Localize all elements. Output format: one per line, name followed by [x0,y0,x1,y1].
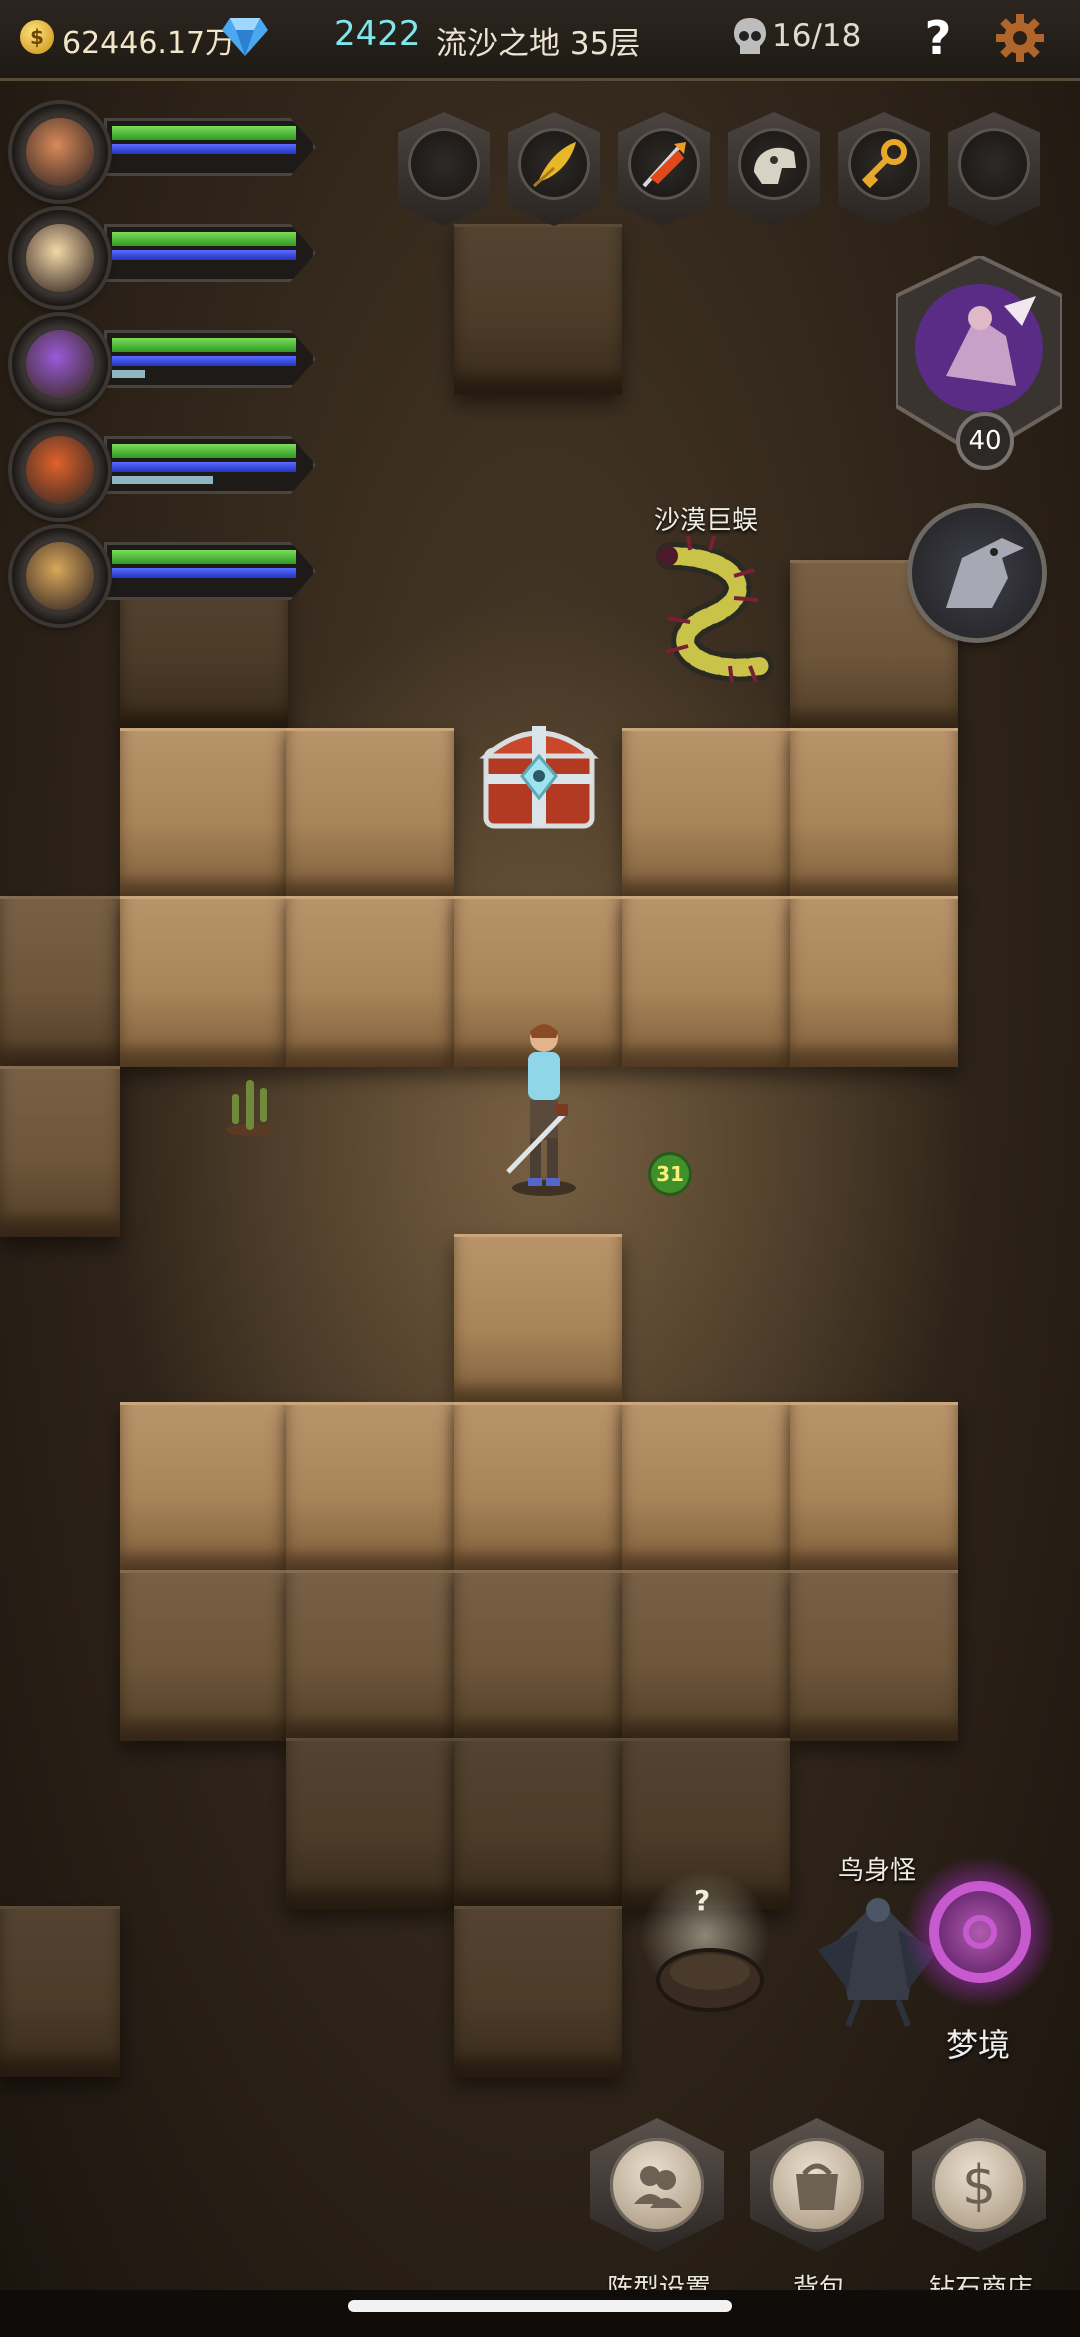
player-character[interactable] [494,1018,594,1198]
dream-label[interactable]: 梦境 [946,2020,1010,2066]
diamond-icon [222,18,268,56]
floor-tile [0,1066,120,1237]
hp-bar [112,126,296,140]
floor-tile [120,1570,288,1741]
floor-tile [454,1738,622,1909]
item-slot-1[interactable] [398,112,490,226]
floor-tile [790,1402,958,1573]
floor-tile [454,1402,622,1573]
home-indicator[interactable] [348,2300,732,2312]
floor-tile [454,1234,622,1405]
mp-bar [112,144,296,154]
avatar[interactable] [12,316,108,412]
floor-tile [790,1570,958,1741]
skull-icon [734,18,766,54]
gold-coin-icon: $ [20,20,54,54]
bag-button[interactable] [750,2118,884,2268]
floor-tile [622,1402,790,1573]
floor-tile [286,728,454,899]
bird-summon-button[interactable] [912,508,1042,638]
mp-bar [112,568,296,578]
help-button[interactable]: ? [916,10,960,66]
bottom-safe-area [0,2290,1080,2337]
gem-count: 2422 [334,14,421,54]
item-slot-5[interactable] [838,112,930,226]
mp-bar [112,462,296,472]
party-member-4[interactable] [12,422,332,518]
floor-tile [622,1570,790,1741]
golden-feather-icon [532,142,576,188]
formation-button[interactable] [590,2118,724,2268]
floor-tile [0,896,120,1067]
floor-tile [622,728,790,899]
mystery-pedestal [656,1948,764,2012]
mp-bar [112,250,296,260]
item-slot-3[interactable] [618,112,710,226]
formation-icon [610,2138,704,2232]
floor-tile [622,896,790,1067]
fire-arrow-icon [642,142,686,188]
boss-level-badge: 40 [956,412,1014,470]
xp-bar [112,370,145,378]
hp-bar [112,444,296,458]
dream-portal[interactable] [900,1852,1060,2012]
item-slot-6[interactable] [948,112,1040,226]
diamond-shop-button[interactable]: $ [912,2118,1046,2268]
treasure-chest[interactable] [476,716,602,834]
party-member-2[interactable] [12,210,332,306]
beast-skull-icon [754,147,796,184]
xp-bar [112,476,213,484]
floor-tile [454,1906,622,2077]
party-member-5[interactable] [12,528,332,624]
floor-tile [454,1570,622,1741]
floor-tile [286,1402,454,1573]
player-level-badge: 31 [648,1152,692,1196]
avatar[interactable] [12,422,108,518]
avatar[interactable] [12,104,108,200]
hp-bar [112,338,296,352]
item-slot-4[interactable] [728,112,820,226]
shop-dollar-icon: $ [932,2138,1026,2232]
gear-icon[interactable] [994,12,1046,64]
avatar[interactable] [12,528,108,624]
floor-tile [120,1402,288,1573]
mp-bar [112,356,296,366]
hero-portrait-3 [26,330,94,398]
floor-tile [790,728,958,899]
cactus-decoration [226,1080,274,1136]
item-slot-2[interactable] [508,112,600,226]
bag-icon [770,2138,864,2232]
centipede-enemy[interactable] [630,536,790,686]
hero-portrait-2 [26,224,94,292]
raven-icon [946,538,1024,608]
kill-counter: 16/18 [772,18,862,54]
hp-bar [112,232,296,246]
floor-tile [286,896,454,1067]
hero-portrait-4 [26,436,94,504]
floor-tile [0,1906,120,2077]
floor-tile [120,896,288,1067]
top-status-bar: $ 62446.17万 2422 流沙之地 35层 16/18 ? [0,0,1080,81]
floor-tile [286,1570,454,1741]
dungeon-floor-title: 流沙之地 35层 [436,26,641,62]
floor-tile [454,224,622,395]
mystery-question-mark[interactable]: ? [694,1884,710,1917]
party-member-3[interactable] [12,316,332,412]
enemy-name-centipede: 沙漠巨蜈 [654,506,759,536]
golden-key-icon [861,139,907,189]
floor-tile [790,896,958,1067]
avatar[interactable] [12,210,108,306]
floor-tile [286,1738,454,1909]
hp-bar [112,550,296,564]
floor-tile [120,728,288,899]
gold-amount: 62446.17万 [62,26,236,61]
party-member-1[interactable] [12,104,332,200]
hero-portrait-5 [26,542,94,610]
hero-portrait-1 [26,118,94,186]
